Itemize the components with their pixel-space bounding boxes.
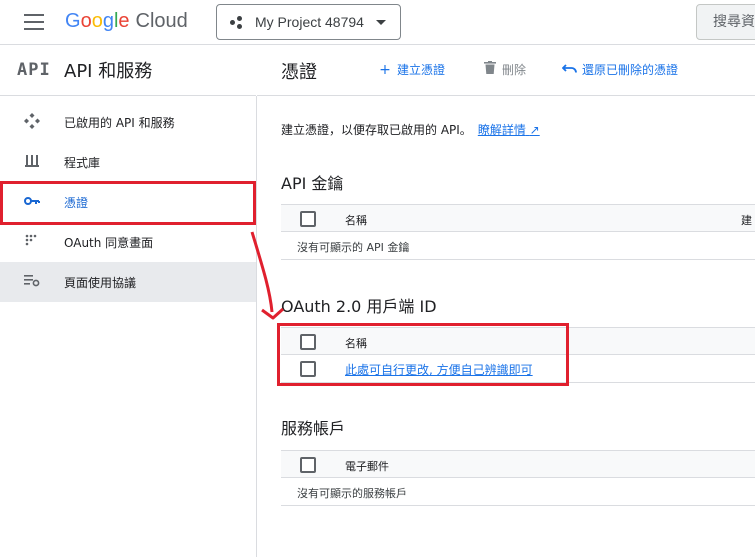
annotation-arrow (250, 231, 285, 320)
